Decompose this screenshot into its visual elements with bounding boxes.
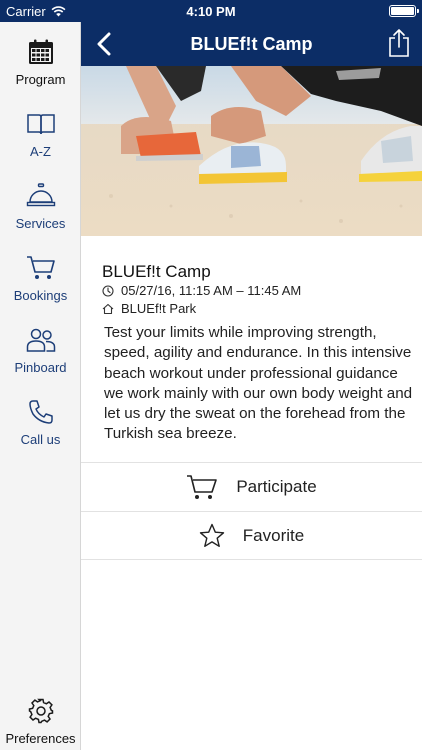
sidebar-item-label: Services: [15, 216, 66, 231]
share-button[interactable]: [384, 26, 414, 60]
sidebar-item-label: Program: [15, 72, 66, 87]
sidebar-item-bookings[interactable]: Bookings: [0, 252, 81, 316]
event-datetime-text: 05/27/16, 11:15 AM – 11:45 AM: [121, 283, 302, 298]
beach-runners-photo: [81, 66, 422, 236]
event-description: Test your limits while improving strengt…: [104, 324, 413, 443]
sidebar-item-label: Pinboard: [14, 360, 67, 375]
chevron-left-icon: [97, 32, 111, 56]
event-location-text: BLUEf!t Park: [121, 301, 197, 316]
sidebar-item-label: Call us: [20, 432, 61, 447]
clock-icon: [102, 284, 114, 297]
sidebar-item-program[interactable]: Program: [0, 36, 81, 100]
star-icon: [199, 523, 224, 547]
sidebar-item-label: A-Z: [30, 144, 51, 159]
favorite-button[interactable]: Favorite: [81, 511, 422, 560]
favorite-label: Favorite: [242, 525, 305, 545]
home-icon: [102, 303, 114, 314]
event-title: BLUEf!t Camp: [102, 262, 211, 281]
status-bar: Carrier 4:10 PM: [0, 0, 422, 22]
battery-icon: [389, 5, 419, 17]
sidebar-item-label: Preferences: [5, 731, 76, 746]
sidebar-item-a-z[interactable]: A-Z: [0, 108, 81, 172]
cart-icon: [187, 475, 218, 499]
sidebar-item-pinboard[interactable]: Pinboard: [0, 324, 81, 388]
clock: 4:10 PM: [186, 4, 236, 19]
back-button[interactable]: [89, 28, 119, 60]
sidebar-item-call-us[interactable]: Call us: [0, 396, 81, 460]
sidebar: Program A-Z Services Bookings Pinboard C…: [0, 22, 81, 750]
share-icon: [389, 29, 409, 57]
page-title: BLUEf!t Camp: [190, 34, 313, 54]
participate-label: Participate: [236, 477, 317, 496]
phone-icon: [25, 396, 57, 428]
people-icon: [25, 324, 57, 356]
service-bell-icon: [25, 180, 57, 212]
sidebar-item-services[interactable]: Services: [0, 180, 81, 244]
book-icon: [25, 108, 57, 140]
sidebar-item-preferences[interactable]: Preferences: [0, 695, 81, 750]
hero-image: [81, 66, 422, 236]
calendar-icon: [25, 36, 57, 68]
event-datetime: 05/27/16, 11:15 AM – 11:45 AM: [102, 283, 301, 298]
cart-icon: [25, 252, 57, 284]
nav-bar: BLUEf!t Camp: [81, 22, 422, 66]
gear-icon: [25, 695, 57, 727]
participate-button[interactable]: Participate: [81, 462, 422, 511]
sidebar-item-label: Bookings: [13, 288, 68, 303]
event-location: BLUEf!t Park: [102, 301, 196, 316]
